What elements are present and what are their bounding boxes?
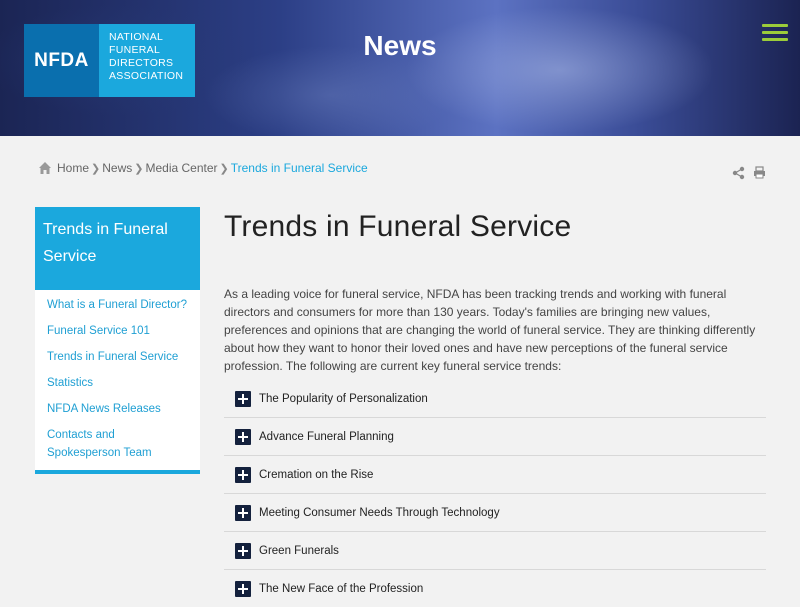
accordion-item[interactable]: The New Face of the Profession bbox=[224, 570, 766, 607]
trends-accordion: The Popularity of Personalization Advanc… bbox=[224, 380, 766, 607]
sidebar-item-what-is-a-funeral-director[interactable]: What is a Funeral Director? bbox=[35, 296, 200, 314]
chevron-right-icon: ❯ bbox=[134, 162, 144, 175]
accordion-item[interactable]: Green Funerals bbox=[224, 532, 766, 570]
share-icon[interactable] bbox=[732, 166, 745, 180]
intro-paragraph: As a leading voice for funeral service, … bbox=[224, 287, 756, 373]
breadcrumb-media-center[interactable]: Media Center bbox=[145, 161, 217, 175]
accordion-label: Green Funerals bbox=[259, 544, 339, 557]
accordion-label: The Popularity of Personalization bbox=[259, 392, 428, 405]
sidebar-item-trends-in-funeral-service[interactable]: Trends in Funeral Service bbox=[35, 348, 200, 366]
accordion-item[interactable]: Meeting Consumer Needs Through Technolog… bbox=[224, 494, 766, 532]
sidebar-list: What is a Funeral Director? Funeral Serv… bbox=[35, 290, 200, 474]
chevron-right-icon: ❯ bbox=[219, 162, 229, 175]
sidebar-item-nfda-news-releases[interactable]: NFDA News Releases bbox=[35, 400, 200, 418]
plus-icon[interactable] bbox=[235, 466, 251, 483]
page-title: Trends in Funeral Service bbox=[224, 210, 572, 243]
accordion-label: The New Face of the Profession bbox=[259, 582, 424, 595]
accordion-item[interactable]: Cremation on the Rise bbox=[224, 456, 766, 494]
hamburger-menu-icon[interactable] bbox=[762, 24, 788, 42]
print-icon[interactable] bbox=[753, 166, 766, 179]
plus-icon[interactable] bbox=[235, 580, 251, 597]
main-content: Trends in Funeral Service As a leading v… bbox=[224, 207, 766, 607]
sidebar-item-funeral-service-101[interactable]: Funeral Service 101 bbox=[35, 322, 200, 340]
accordion-item[interactable]: The Popularity of Personalization bbox=[224, 380, 766, 418]
plus-icon[interactable] bbox=[235, 504, 251, 521]
page-section-title: News bbox=[363, 30, 437, 61]
breadcrumb-news[interactable]: News bbox=[102, 161, 132, 175]
accordion-label: Meeting Consumer Needs Through Technolog… bbox=[259, 506, 500, 519]
breadcrumb-current: Trends in Funeral Service bbox=[230, 161, 368, 175]
logo-line: ASSOCIATION bbox=[109, 70, 184, 82]
sidebar-item-statistics[interactable]: Statistics bbox=[35, 374, 200, 392]
sidebar-title: Trends in Funeral Service bbox=[35, 207, 200, 290]
accordion-label: Advance Funeral Planning bbox=[259, 430, 394, 443]
breadcrumb-home[interactable]: Home bbox=[57, 161, 89, 175]
plus-icon[interactable] bbox=[235, 428, 251, 445]
accordion-item[interactable]: Advance Funeral Planning bbox=[224, 418, 766, 456]
plus-icon[interactable] bbox=[235, 390, 251, 407]
home-icon[interactable] bbox=[38, 161, 52, 175]
accordion-label: Cremation on the Rise bbox=[259, 468, 374, 481]
sidebar-item-contacts-and-spokesperson-team[interactable]: Contacts and Spokesperson Team bbox=[35, 426, 200, 462]
chevron-right-icon: ❯ bbox=[91, 162, 101, 175]
breadcrumb: Home ❯ News ❯ Media Center ❯ Trends in F… bbox=[38, 161, 368, 175]
sidebar-nav: Trends in Funeral Service What is a Fune… bbox=[35, 207, 200, 474]
hero-banner: NFDA NATIONAL FUNERAL DIRECTORS ASSOCIAT… bbox=[0, 0, 800, 136]
plus-icon[interactable] bbox=[235, 542, 251, 559]
